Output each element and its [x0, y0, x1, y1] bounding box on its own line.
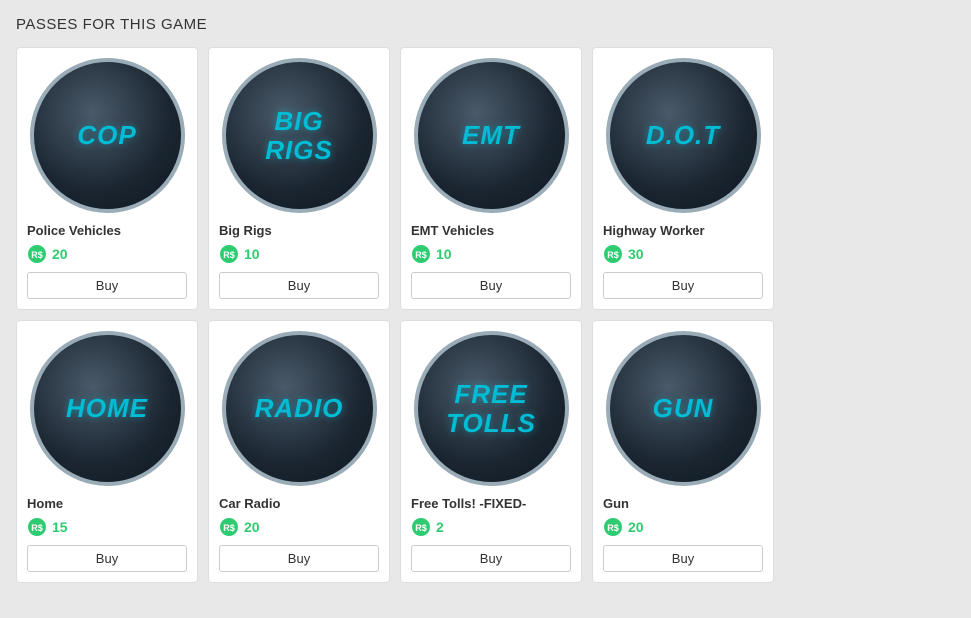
pass-name-gun: Gun — [603, 496, 629, 511]
robux-icon: R$ — [411, 244, 431, 264]
pass-price-value-dot: 30 — [628, 246, 644, 262]
pass-name-dot: Highway Worker — [603, 223, 705, 238]
buy-button-big-rigs[interactable]: Buy — [219, 272, 379, 299]
pass-card-home: HOME Home R$ 15 Buy — [16, 320, 198, 583]
buy-button-radio[interactable]: Buy — [219, 545, 379, 572]
pass-price-value-cop: 20 — [52, 246, 68, 262]
buy-button-gun[interactable]: Buy — [603, 545, 763, 572]
page-title: PASSES FOR THIS GAME — [16, 16, 955, 33]
pass-icon-home: HOME — [30, 331, 185, 486]
robux-icon: R$ — [27, 244, 47, 264]
pass-card-free-tolls: FREE TOLLS Free Tolls! -FIXED- R$ 2 Buy — [400, 320, 582, 583]
pass-icon-dot: D.O.T — [606, 58, 761, 213]
robux-icon: R$ — [603, 244, 623, 264]
pass-icon-text-emt: EMT — [462, 121, 520, 150]
robux-icon: R$ — [603, 517, 623, 537]
svg-text:R$: R$ — [607, 523, 619, 533]
svg-text:R$: R$ — [415, 523, 427, 533]
pass-price-gun: R$ 20 — [603, 517, 644, 537]
pass-name-radio: Car Radio — [219, 496, 280, 511]
pass-icon-radio: RADIO — [222, 331, 377, 486]
svg-text:R$: R$ — [607, 250, 619, 260]
pass-icon-cop: COP — [30, 58, 185, 213]
svg-text:R$: R$ — [223, 250, 235, 260]
buy-button-dot[interactable]: Buy — [603, 272, 763, 299]
robux-icon: R$ — [219, 244, 239, 264]
svg-text:R$: R$ — [223, 523, 235, 533]
pass-price-dot: R$ 30 — [603, 244, 644, 264]
pass-price-cop: R$ 20 — [27, 244, 68, 264]
passes-grid: COP Police Vehicles R$ 20 Buy BIG RIGS Big Rig… — [16, 47, 955, 583]
pass-name-free-tolls: Free Tolls! -FIXED- — [411, 496, 526, 511]
pass-name-emt: EMT Vehicles — [411, 223, 494, 238]
robux-icon: R$ — [27, 517, 47, 537]
pass-price-big-rigs: R$ 10 — [219, 244, 260, 264]
pass-icon-text-big-rigs: BIG RIGS — [265, 107, 333, 164]
buy-button-home[interactable]: Buy — [27, 545, 187, 572]
pass-card-radio: RADIO Car Radio R$ 20 Buy — [208, 320, 390, 583]
pass-name-home: Home — [27, 496, 63, 511]
pass-card-big-rigs: BIG RIGS Big Rigs R$ 10 Buy — [208, 47, 390, 310]
pass-icon-text-dot: D.O.T — [646, 121, 720, 150]
pass-icon-text-free-tolls: FREE TOLLS — [446, 380, 536, 437]
pass-card-emt: EMT EMT Vehicles R$ 10 Buy — [400, 47, 582, 310]
buy-button-emt[interactable]: Buy — [411, 272, 571, 299]
pass-price-home: R$ 15 — [27, 517, 68, 537]
pass-price-free-tolls: R$ 2 — [411, 517, 444, 537]
pass-name-big-rigs: Big Rigs — [219, 223, 272, 238]
buy-button-cop[interactable]: Buy — [27, 272, 187, 299]
pass-price-value-free-tolls: 2 — [436, 519, 444, 535]
pass-name-cop: Police Vehicles — [27, 223, 121, 238]
robux-icon: R$ — [411, 517, 431, 537]
pass-icon-text-cop: COP — [77, 121, 136, 150]
robux-icon: R$ — [219, 517, 239, 537]
pass-icon-text-gun: GUN — [653, 394, 714, 423]
pass-icon-text-home: HOME — [66, 394, 148, 423]
pass-card-cop: COP Police Vehicles R$ 20 Buy — [16, 47, 198, 310]
pass-icon-big-rigs: BIG RIGS — [222, 58, 377, 213]
pass-price-value-gun: 20 — [628, 519, 644, 535]
pass-price-value-home: 15 — [52, 519, 68, 535]
pass-price-value-big-rigs: 10 — [244, 246, 260, 262]
pass-icon-gun: GUN — [606, 331, 761, 486]
pass-price-value-radio: 20 — [244, 519, 260, 535]
pass-icon-free-tolls: FREE TOLLS — [414, 331, 569, 486]
pass-icon-emt: EMT — [414, 58, 569, 213]
svg-text:R$: R$ — [415, 250, 427, 260]
svg-text:R$: R$ — [31, 250, 43, 260]
pass-icon-text-radio: RADIO — [255, 394, 344, 423]
pass-price-radio: R$ 20 — [219, 517, 260, 537]
svg-text:R$: R$ — [31, 523, 43, 533]
pass-card-gun: GUN Gun R$ 20 Buy — [592, 320, 774, 583]
buy-button-free-tolls[interactable]: Buy — [411, 545, 571, 572]
pass-price-value-emt: 10 — [436, 246, 452, 262]
pass-card-dot: D.O.T Highway Worker R$ 30 Buy — [592, 47, 774, 310]
pass-price-emt: R$ 10 — [411, 244, 452, 264]
